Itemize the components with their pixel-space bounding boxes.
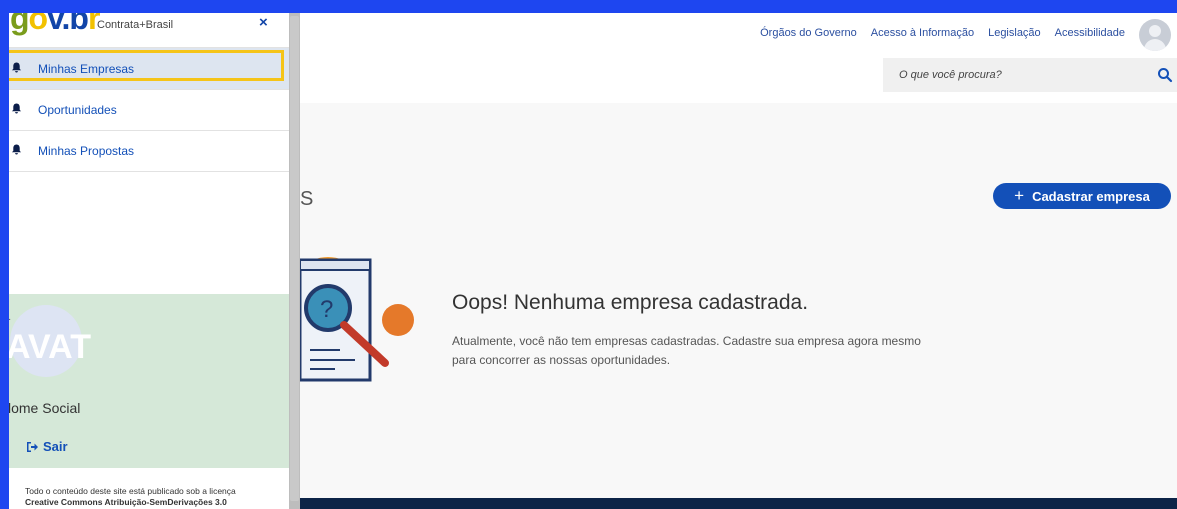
user-avatar-icon[interactable] xyxy=(1139,19,1171,51)
search-field[interactable]: O que você procura? xyxy=(883,58,1177,92)
bell-icon xyxy=(11,103,22,114)
avatar-placeholder-text: AVAT xyxy=(6,328,91,366)
link-acessibilidade[interactable]: Acessibilidade xyxy=(1055,27,1125,39)
license-line-2[interactable]: Creative Commons Atribuição-SemDerivaçõe… xyxy=(25,497,285,508)
add-company-button[interactable]: + Cadastrar empresa xyxy=(993,183,1171,209)
app-name: Contrata+Brasil xyxy=(97,19,174,31)
link-acesso-informacao[interactable]: Acesso à Informação xyxy=(871,27,974,39)
empty-state-illustration: ? xyxy=(300,257,414,382)
plus-icon: + xyxy=(1014,186,1025,205)
link-legislacao[interactable]: Legislação xyxy=(988,27,1041,39)
link-orgaos[interactable]: Órgãos do Governo xyxy=(760,27,857,39)
profile-name: lome Social xyxy=(8,400,81,416)
accent-border-left xyxy=(0,0,9,509)
page-footer xyxy=(300,498,1177,509)
site-header: Órgãos do Governo Acesso à Informação Le… xyxy=(300,13,1177,103)
bell-icon xyxy=(11,144,22,155)
empty-state-title: Oops! Nenhuma empresa cadastrada. xyxy=(452,291,809,314)
add-company-label: Cadastrar empresa xyxy=(1032,188,1150,204)
logout-button[interactable]: Sair xyxy=(26,439,68,454)
sign-out-icon xyxy=(27,441,38,452)
close-icon[interactable]: × xyxy=(259,14,268,31)
drawer-scrollbar-thumb[interactable] xyxy=(290,16,299,501)
logout-label: Sair xyxy=(43,439,68,454)
menu-item-label: Minhas Propostas xyxy=(38,144,135,158)
menu-item-oportunidades[interactable]: Oportunidades xyxy=(0,89,289,131)
menu-item-minhas-propostas[interactable]: Minhas Propostas xyxy=(0,130,289,172)
page-title: S xyxy=(300,188,314,210)
accent-border-top xyxy=(0,0,1177,13)
search-icon[interactable] xyxy=(1157,67,1173,83)
empty-state-text: Atualmente, você não tem empresas cadast… xyxy=(452,334,921,367)
license-line-1: Todo o conteúdo deste site está publicad… xyxy=(25,486,236,496)
search-placeholder: O que você procura? xyxy=(899,69,1002,81)
profile-panel: · AVAT lome Social Sair xyxy=(0,294,289,468)
focus-highlight xyxy=(3,50,284,81)
header-links: Órgãos do Governo Acesso à Informação Le… xyxy=(760,27,1125,39)
svg-text:?: ? xyxy=(320,296,333,323)
menu-item-label: Oportunidades xyxy=(38,103,117,117)
license-text: Todo o conteúdo deste site está publicad… xyxy=(25,486,285,508)
side-drawer: gov.br Contrata+Brasil × Minhas Empresas… xyxy=(0,0,289,509)
